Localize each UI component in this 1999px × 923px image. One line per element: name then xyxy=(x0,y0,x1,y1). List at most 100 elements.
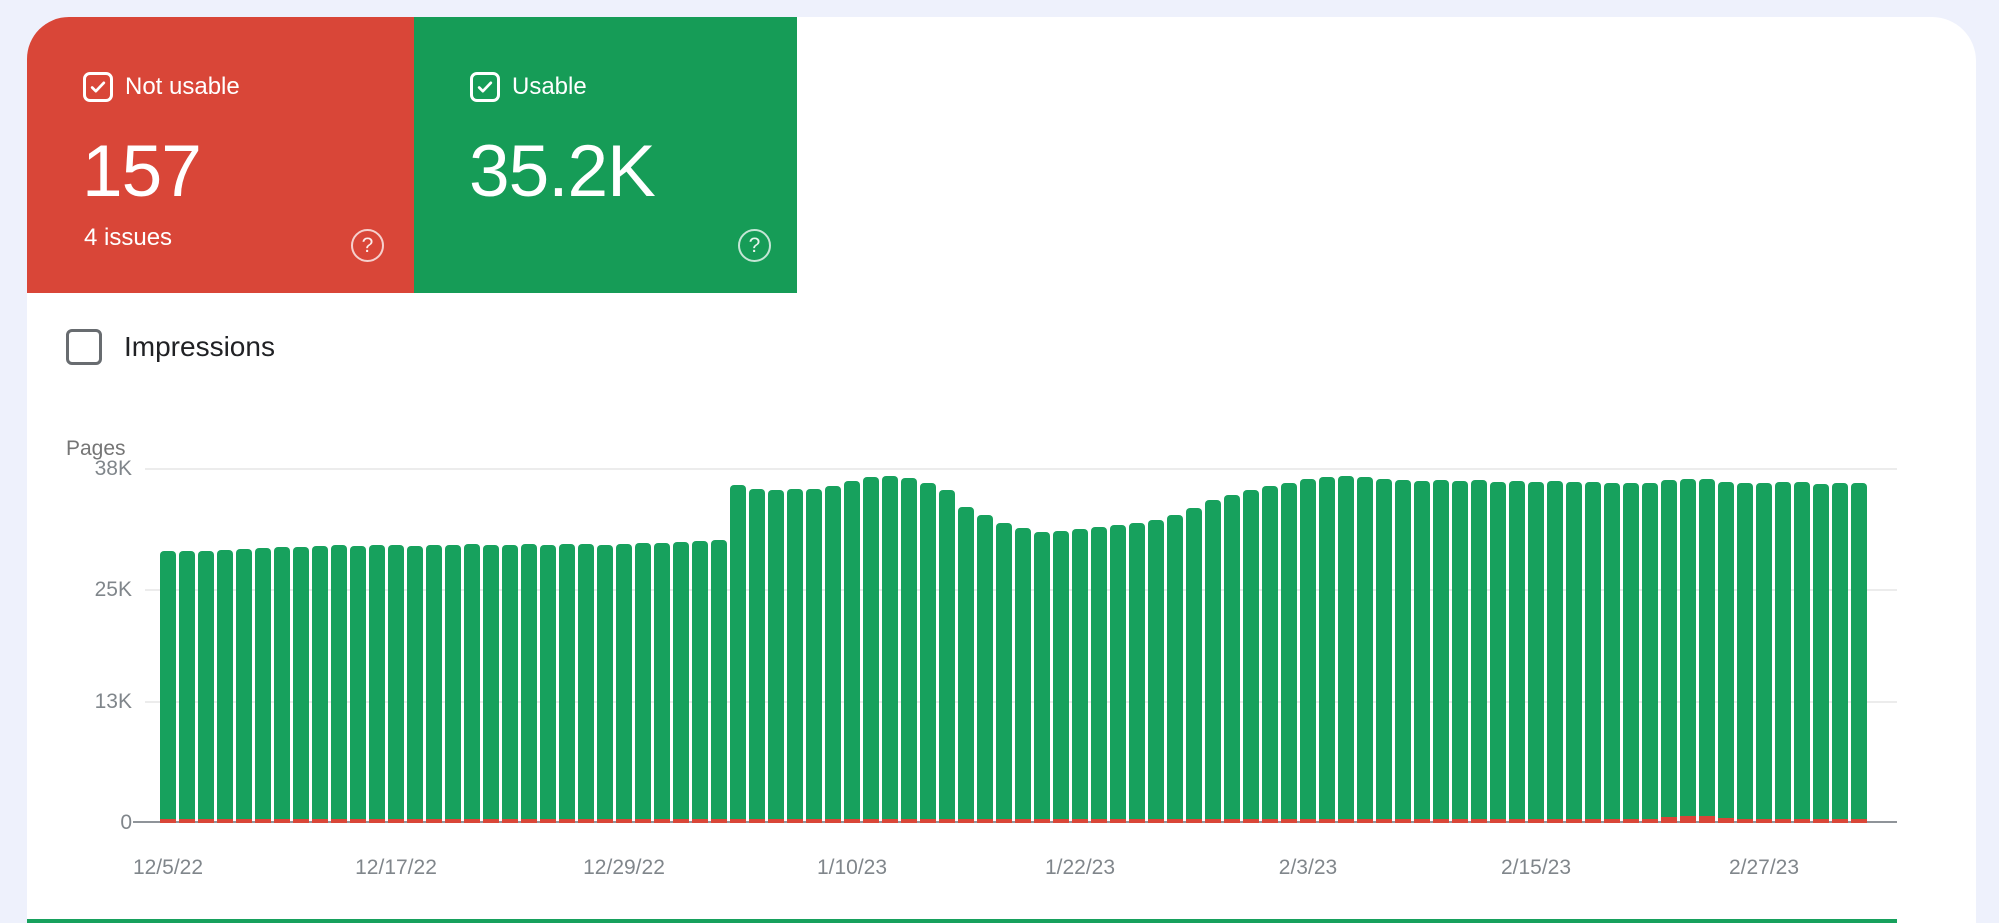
chart-bar[interactable] xyxy=(1756,483,1772,823)
chart-bar[interactable] xyxy=(578,544,594,823)
bar-not-usable-segment xyxy=(863,819,879,823)
chart-bar[interactable] xyxy=(844,481,860,823)
chart-bar[interactable] xyxy=(426,545,442,823)
chart-bar[interactable] xyxy=(920,483,936,823)
chart-bar[interactable] xyxy=(445,545,461,823)
chart-bar[interactable] xyxy=(1680,479,1696,823)
chart-bar[interactable] xyxy=(1186,508,1202,823)
chart-bar[interactable] xyxy=(198,551,214,823)
chart-bar[interactable] xyxy=(1661,480,1677,823)
chart-bar[interactable] xyxy=(692,541,708,823)
chart-bar[interactable] xyxy=(369,545,385,823)
chart-bar[interactable] xyxy=(654,543,670,823)
help-icon[interactable]: ? xyxy=(738,229,771,262)
chart-bar[interactable] xyxy=(1053,531,1069,823)
chart-bar[interactable] xyxy=(1528,482,1544,823)
chart-bar[interactable] xyxy=(1433,480,1449,823)
chart-bar[interactable] xyxy=(1357,477,1373,823)
chart-bar[interactable] xyxy=(1091,527,1107,823)
chart-bar[interactable] xyxy=(1072,529,1088,823)
chart-bar[interactable] xyxy=(1034,532,1050,823)
chart-bar[interactable] xyxy=(255,548,271,823)
chart-bar[interactable] xyxy=(1832,483,1848,823)
chart-bar[interactable] xyxy=(1110,525,1126,823)
bar-not-usable-segment xyxy=(1395,819,1411,823)
chart-bar[interactable] xyxy=(1338,476,1354,823)
not-usable-card[interactable]: Not usable 157 4 issues ? xyxy=(27,17,414,293)
chart-bar[interactable] xyxy=(1243,490,1259,823)
chart-bar[interactable] xyxy=(350,546,366,823)
chart-bar[interactable] xyxy=(331,545,347,823)
chart-bar[interactable] xyxy=(236,549,252,823)
chart-bar[interactable] xyxy=(787,489,803,823)
chart-bar[interactable] xyxy=(1281,483,1297,823)
chart-bar[interactable] xyxy=(274,547,290,823)
chart-bar[interactable] xyxy=(996,523,1012,823)
chart-bar[interactable] xyxy=(711,540,727,823)
chart-bar[interactable] xyxy=(768,490,784,823)
chart-bar[interactable] xyxy=(1775,482,1791,823)
chart-bar[interactable] xyxy=(1129,523,1145,823)
chart-bar[interactable] xyxy=(1851,483,1867,823)
chart-bar[interactable] xyxy=(730,485,746,823)
chart-bar[interactable] xyxy=(1623,483,1639,823)
chart-bar[interactable] xyxy=(1262,486,1278,823)
chart-bar[interactable] xyxy=(1414,481,1430,823)
chart-bar[interactable] xyxy=(559,544,575,823)
chart-bar[interactable] xyxy=(901,478,917,823)
chart-bar[interactable] xyxy=(1737,483,1753,823)
chart-bar[interactable] xyxy=(312,546,328,823)
chart-bar[interactable] xyxy=(217,550,233,823)
chart-bar[interactable] xyxy=(1452,481,1468,823)
chart-bar[interactable] xyxy=(1205,500,1221,823)
chart-bar[interactable] xyxy=(749,489,765,823)
chart-bar[interactable] xyxy=(863,477,879,823)
chart-bar[interactable] xyxy=(464,544,480,823)
chart-bar[interactable] xyxy=(1585,482,1601,823)
chart-bar[interactable] xyxy=(502,545,518,823)
chart-bar[interactable] xyxy=(977,515,993,823)
chart-bar[interactable] xyxy=(597,545,613,823)
chart-bar[interactable] xyxy=(616,544,632,823)
chart-bar[interactable] xyxy=(635,543,651,823)
chart-bar[interactable] xyxy=(179,551,195,823)
chart-bar[interactable] xyxy=(1642,483,1658,823)
chart-bar[interactable] xyxy=(1148,520,1164,823)
chart-bar[interactable] xyxy=(1015,528,1031,823)
chart-bar[interactable] xyxy=(1718,482,1734,823)
chart-bar[interactable] xyxy=(160,551,176,823)
help-icon[interactable]: ? xyxy=(351,229,384,262)
chart-bar[interactable] xyxy=(882,476,898,823)
impressions-checkbox[interactable] xyxy=(66,329,102,365)
chart-bar[interactable] xyxy=(1395,480,1411,823)
chart-bar[interactable] xyxy=(1509,481,1525,823)
chart-bar[interactable] xyxy=(958,507,974,823)
chart-bar[interactable] xyxy=(1471,480,1487,823)
chart-bar[interactable] xyxy=(521,544,537,823)
chart-bar[interactable] xyxy=(293,547,309,823)
chart-bar[interactable] xyxy=(806,489,822,823)
bar-not-usable-segment xyxy=(1699,816,1715,823)
chart-bar[interactable] xyxy=(1319,477,1335,823)
chart-bar[interactable] xyxy=(407,546,423,823)
chart-bar[interactable] xyxy=(939,490,955,823)
chart-bar[interactable] xyxy=(1490,482,1506,823)
chart-bar[interactable] xyxy=(673,542,689,823)
bar-not-usable-segment xyxy=(1053,819,1069,823)
chart-bar[interactable] xyxy=(1813,484,1829,823)
chart-bar[interactable] xyxy=(388,545,404,823)
chart-bar[interactable] xyxy=(1566,482,1582,823)
chart-bar[interactable] xyxy=(540,545,556,823)
chart-bar[interactable] xyxy=(1224,495,1240,823)
usable-card[interactable]: Usable 35.2K ? xyxy=(414,17,797,293)
chart-bar[interactable] xyxy=(1376,479,1392,823)
bar-not-usable-segment xyxy=(559,819,575,823)
chart-bar[interactable] xyxy=(1604,483,1620,823)
chart-bar[interactable] xyxy=(1699,479,1715,823)
chart-bar[interactable] xyxy=(825,486,841,823)
chart-bar[interactable] xyxy=(1300,479,1316,823)
chart-bar[interactable] xyxy=(1794,482,1810,823)
chart-bar[interactable] xyxy=(483,545,499,823)
chart-bar[interactable] xyxy=(1547,481,1563,823)
chart-bar[interactable] xyxy=(1167,515,1183,823)
